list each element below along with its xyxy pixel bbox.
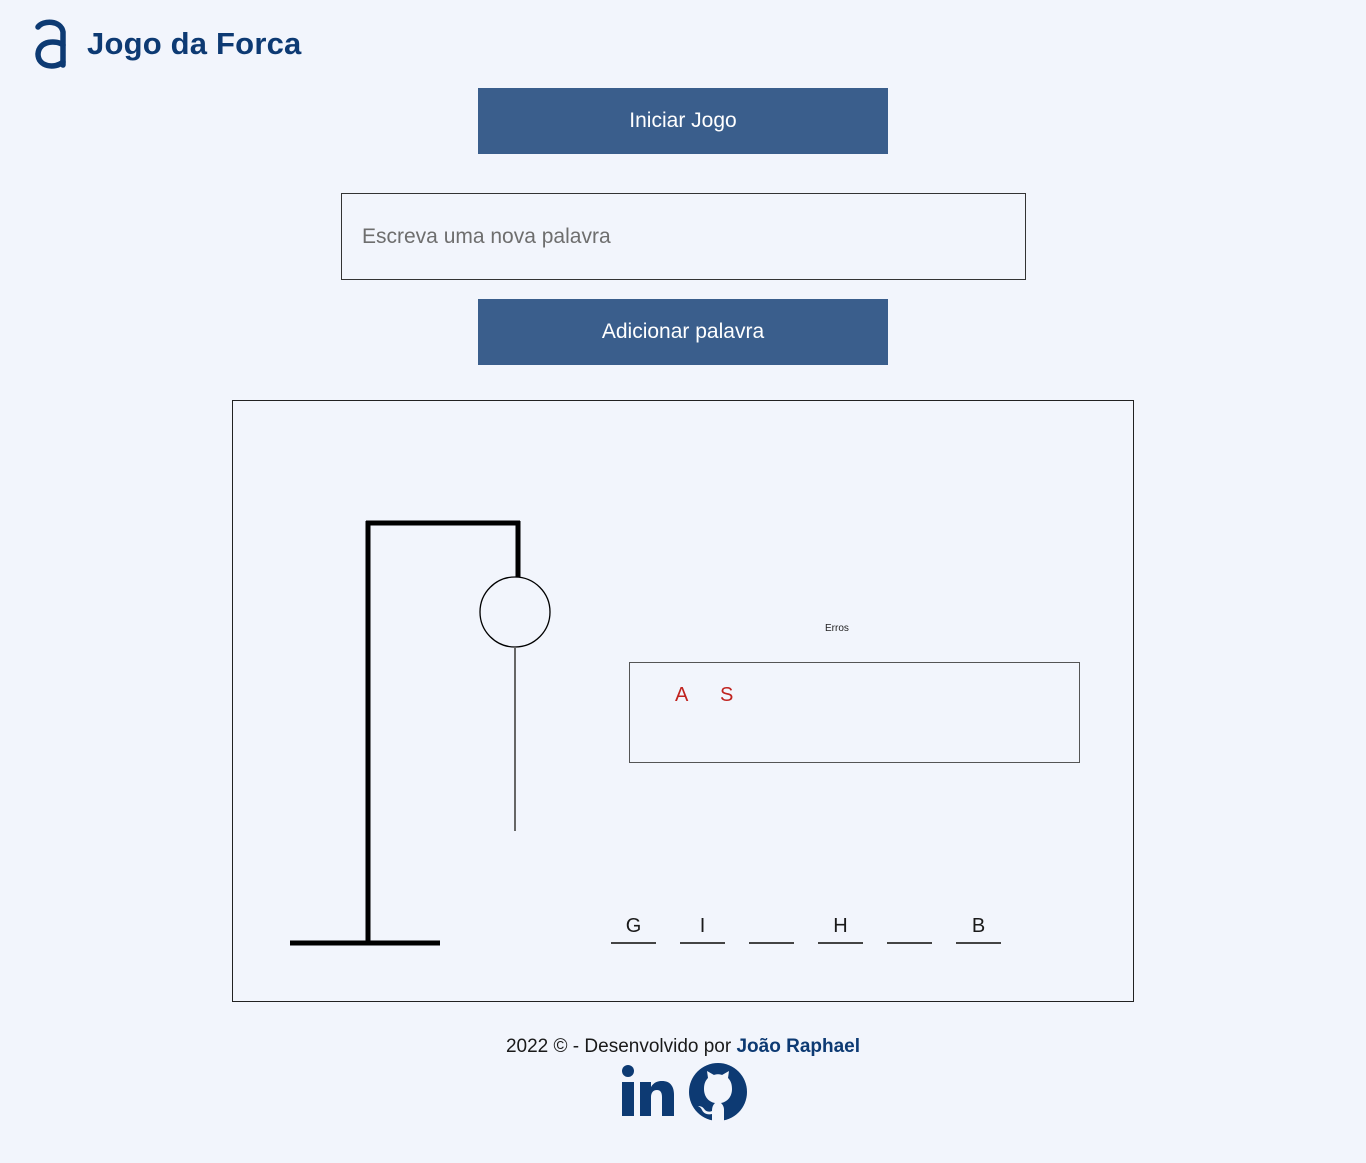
wrong-letter: A	[675, 684, 689, 706]
new-word-input[interactable]	[341, 193, 1026, 280]
game-board: Erros A S G I H B	[232, 400, 1134, 1002]
wrong-letter: S	[720, 684, 734, 706]
logo-icon	[35, 19, 66, 69]
app-title: Jogo da Forca	[87, 26, 302, 61]
letter-slot: H	[818, 912, 863, 944]
github-icon[interactable]	[688, 1062, 748, 1122]
footer-credits: 2022 © - Desenvolvido por João Raphael	[0, 1036, 1366, 1058]
errors-label: Erros	[825, 623, 849, 634]
author-name: João Raphael	[736, 1036, 861, 1057]
social-links	[620, 1062, 748, 1122]
letter-slot: G	[611, 912, 656, 944]
letter-slot	[749, 912, 794, 944]
footer-prefix: 2022 © - Desenvolvido por	[505, 1036, 737, 1057]
letter-slot: B	[956, 912, 1001, 944]
start-game-button[interactable]: Iniciar Jogo	[478, 88, 888, 154]
hangman-head	[479, 576, 551, 648]
app-header: Jogo da Forca	[33, 18, 301, 70]
linkedin-icon[interactable]	[620, 1062, 676, 1118]
wrong-letters-box: A S	[629, 662, 1080, 763]
letter-slot: I	[680, 912, 725, 944]
letter-slot	[887, 912, 932, 944]
add-word-button[interactable]: Adicionar palavra	[478, 299, 888, 365]
